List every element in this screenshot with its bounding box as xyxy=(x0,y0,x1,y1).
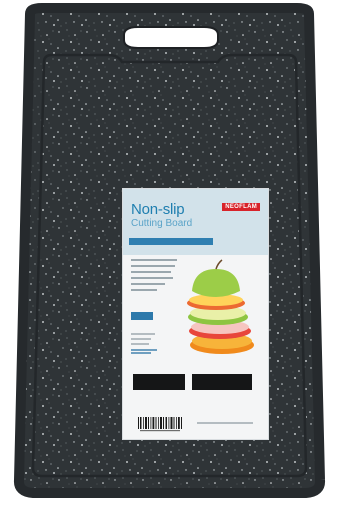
board-sample-swatch xyxy=(133,374,185,390)
brand-logo: NEOFLAM xyxy=(222,203,260,211)
label-subtitle: Cutting Board xyxy=(131,218,193,229)
board-sample-swatch xyxy=(192,374,252,390)
label-fine-print xyxy=(197,422,253,424)
product-photo: Non-slip Cutting Board NEOFLAM xyxy=(0,0,339,505)
label-feature-band xyxy=(129,238,213,245)
product-label: Non-slip Cutting Board NEOFLAM xyxy=(123,189,268,439)
feature-list xyxy=(131,259,181,295)
stacked-fruit-image xyxy=(187,259,254,354)
barcode xyxy=(138,417,182,432)
size-tag xyxy=(131,312,153,320)
size-spec xyxy=(131,333,155,348)
label-title: Non-slip xyxy=(131,201,185,218)
microban-logo xyxy=(131,349,157,354)
